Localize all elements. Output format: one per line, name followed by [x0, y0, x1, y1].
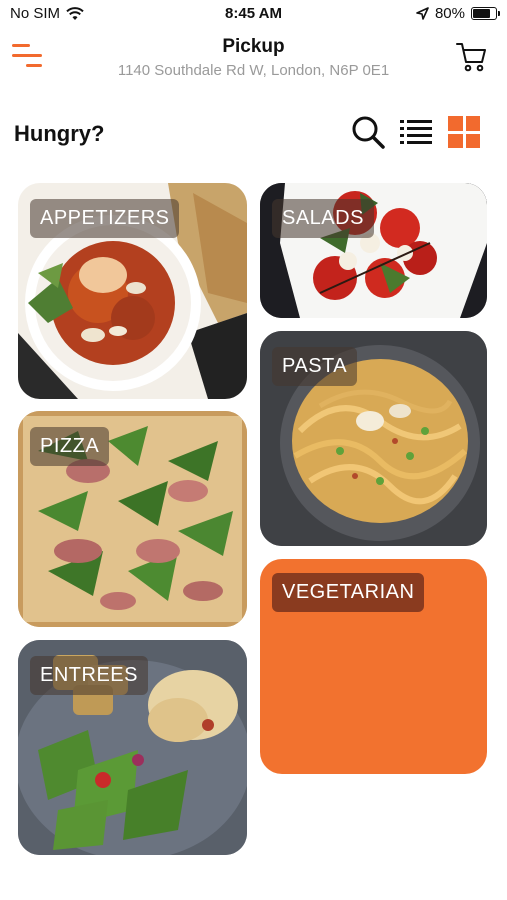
category-label: ENTREES — [30, 656, 148, 695]
location-arrow-icon — [416, 7, 429, 20]
category-label: PIZZA — [30, 427, 110, 466]
category-label: APPETIZERS — [30, 199, 180, 238]
category-tile-appetizers[interactable]: APPETIZERS — [18, 183, 247, 399]
category-tile-vegetarian[interactable]: VEGETARIAN — [260, 559, 487, 774]
cart-icon[interactable] — [455, 40, 489, 74]
category-label: PASTA — [272, 347, 358, 386]
list-view-icon[interactable] — [398, 114, 434, 150]
status-bar: No SIM 8:45 AM 80% — [0, 0, 507, 28]
grid-view-icon[interactable] — [446, 114, 482, 150]
status-right: 80% — [416, 5, 500, 22]
page-title: Pickup — [222, 36, 285, 57]
battery-icon — [471, 7, 500, 20]
header: Pickup 1140 Southdale Rd W, London, N6P … — [0, 28, 507, 90]
category-tile-entrees[interactable]: ENTREES — [18, 640, 247, 855]
category-label: VEGETARIAN — [272, 573, 425, 612]
title-row: Hungry? — [0, 110, 507, 154]
search-icon[interactable] — [350, 114, 386, 150]
category-tile-pasta[interactable]: PASTA — [260, 331, 487, 546]
category-tile-pizza[interactable]: PIZZA — [18, 411, 247, 627]
pickup-address[interactable]: 1140 Southdale Rd W, London, N6P 0E1 — [0, 62, 507, 79]
category-label: SALADS — [272, 199, 374, 238]
battery-percent: 80% — [434, 5, 465, 22]
category-tile-salads[interactable]: SALADS — [260, 183, 487, 318]
section-heading: Hungry? — [14, 121, 105, 146]
